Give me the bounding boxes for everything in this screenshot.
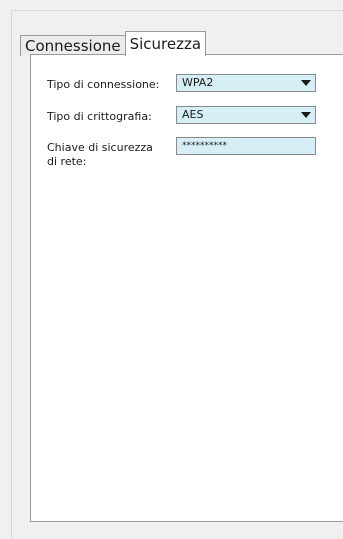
chevron-down-icon <box>301 112 311 118</box>
tab-connessione[interactable]: Connessione <box>20 35 126 56</box>
tab-sicurezza[interactable]: Sicurezza <box>124 31 207 56</box>
network-key-input[interactable]: ********** <box>176 137 316 155</box>
connection-type-label: Tipo di connessione: <box>47 78 160 91</box>
network-key-label-line2: di rete: <box>47 155 87 168</box>
encryption-type-label: Tipo di crittografia: <box>47 110 152 123</box>
connection-type-select[interactable]: WPA2 <box>176 74 316 92</box>
encryption-type-select[interactable]: AES <box>176 106 316 124</box>
network-key-value: ********** <box>182 141 227 151</box>
chevron-down-icon <box>301 80 311 86</box>
security-panel <box>30 54 343 522</box>
connection-type-value: WPA2 <box>182 76 214 89</box>
encryption-type-value: AES <box>182 108 204 121</box>
tab-bar: Connessione Sicurezza <box>20 31 207 56</box>
network-key-label-line1: Chiave di sicurezza <box>47 141 153 154</box>
